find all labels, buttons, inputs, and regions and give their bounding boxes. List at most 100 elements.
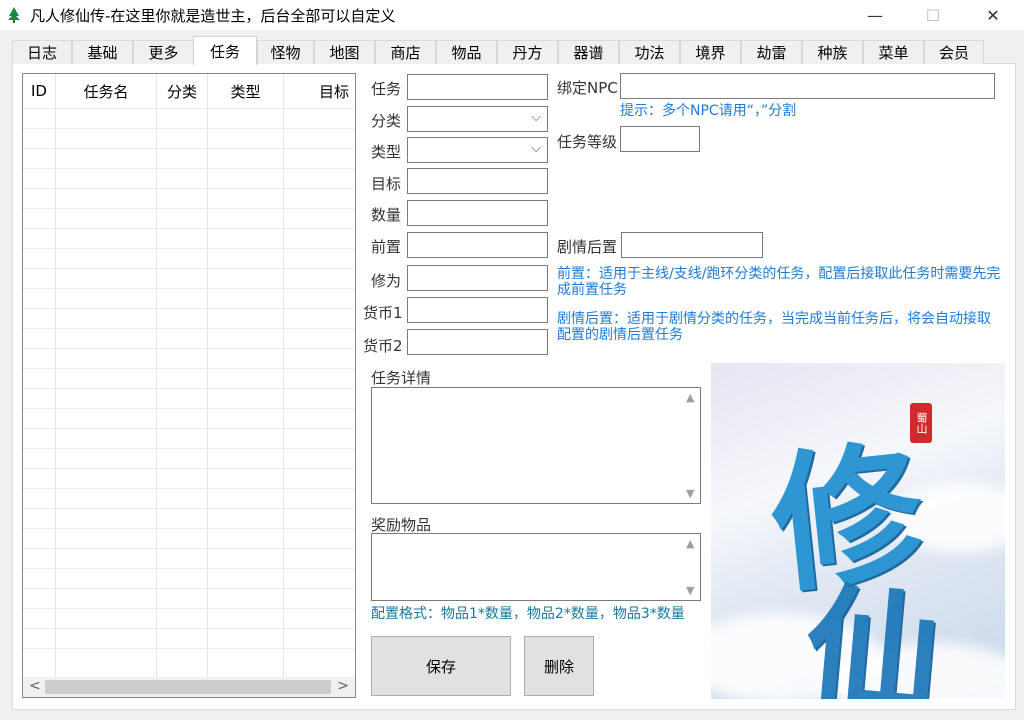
tab-artifacts[interactable]: 器谱 — [558, 40, 619, 64]
tab-menu[interactable]: 菜单 — [863, 40, 924, 64]
table-row-line — [23, 468, 355, 469]
reward-items-textarea[interactable]: ▲ ▼ — [371, 533, 701, 601]
bind-npc-input[interactable] — [620, 73, 995, 99]
table-row-line — [23, 548, 355, 549]
prereq-input[interactable] — [407, 232, 548, 258]
npc-hint: 提示：多个NPC请用“，”分割 — [620, 103, 797, 119]
table-row-line — [23, 628, 355, 629]
prereq-hint: 前置：适用于主线/支线/跑环分类的任务，配置后接取此任务时需要先完成前置任务 — [557, 266, 1001, 298]
column-header-type[interactable]: 类型 — [208, 74, 284, 108]
target-label: 目标 — [371, 175, 402, 193]
table-row-line — [23, 308, 355, 309]
task-table[interactable]: ID 任务名 分类 类型 目标 < > — [22, 73, 356, 698]
tree-icon — [8, 7, 20, 23]
column-divider — [56, 108, 157, 677]
table-row-line — [23, 328, 355, 329]
table-row-line — [23, 248, 355, 249]
tab-monsters[interactable]: 怪物 — [257, 40, 314, 64]
tab-items[interactable]: 物品 — [436, 40, 497, 64]
table-row-line — [23, 148, 355, 149]
story-after-label: 剧情后置 — [557, 238, 618, 256]
task-label: 任务 — [371, 80, 402, 98]
task-detail-textarea[interactable]: ▲ ▼ — [371, 387, 701, 504]
currency2-label: 货币2 — [363, 337, 403, 355]
count-input[interactable] — [407, 200, 548, 226]
tab-recipes[interactable]: 丹方 — [497, 40, 558, 64]
close-button[interactable]: ✕ — [970, 0, 1016, 30]
scroll-left-icon[interactable]: < — [29, 678, 41, 694]
reward-label: 奖励物品 — [371, 516, 432, 534]
type-label: 类型 — [371, 143, 402, 161]
tab-shop[interactable]: 商店 — [375, 40, 436, 64]
vertical-scrollbar[interactable]: ▲ ▼ — [683, 534, 700, 600]
red-seal-stamp: 蜀山 — [910, 403, 932, 443]
column-divider — [157, 108, 208, 677]
tab-skills[interactable]: 功法 — [619, 40, 680, 64]
task-level-input[interactable] — [620, 126, 700, 152]
scroll-down-icon[interactable]: ▼ — [686, 487, 694, 500]
tab-thunder[interactable]: 劫雷 — [741, 40, 802, 64]
save-button[interactable]: 保存 — [371, 636, 511, 696]
table-row-line — [23, 528, 355, 529]
title-bar: 凡人修仙传-在这里你就是造世主，后台全部可以自定义 — ☐ ✕ — [0, 0, 1024, 30]
prereq-label: 前置 — [371, 238, 402, 256]
table-row-line — [23, 188, 355, 189]
chevron-down-icon: ⌵ — [531, 141, 541, 156]
tab-map[interactable]: 地图 — [314, 40, 375, 64]
bind-npc-label: 绑定NPC — [557, 79, 618, 97]
table-row-line — [23, 508, 355, 509]
tab-vip[interactable]: 会员 — [924, 40, 984, 64]
art-calligraphy-immortal: 仙 — [798, 567, 947, 699]
table-row-line — [23, 428, 355, 429]
reward-format-hint: 配置格式：物品1*数量，物品2*数量，物品3*数量 — [371, 606, 685, 622]
cultivation-label: 修为 — [371, 272, 402, 290]
table-row-line — [23, 648, 355, 649]
tab-basic[interactable]: 基础 — [72, 40, 133, 64]
scroll-right-icon[interactable]: > — [337, 678, 349, 694]
table-row-line — [23, 128, 355, 129]
table-row-line — [23, 288, 355, 289]
tab-realms[interactable]: 境界 — [680, 40, 741, 64]
story-after-input[interactable] — [621, 232, 763, 258]
category-select[interactable]: ⌵ — [407, 106, 548, 132]
table-row-line — [23, 608, 355, 609]
currency2-input[interactable] — [407, 329, 548, 355]
task-input[interactable] — [407, 74, 548, 100]
task-level-label: 任务等级 — [557, 133, 618, 151]
column-divider — [23, 108, 56, 677]
tab-log[interactable]: 日志 — [12, 40, 72, 64]
tab-races[interactable]: 种族 — [802, 40, 863, 64]
target-input[interactable] — [407, 168, 548, 194]
minimize-button[interactable]: — — [852, 0, 898, 30]
cultivation-input[interactable] — [407, 265, 548, 291]
column-header-category[interactable]: 分类 — [157, 74, 208, 108]
table-row-line — [23, 228, 355, 229]
scroll-down-icon[interactable]: ▼ — [686, 584, 694, 597]
column-header-task-name[interactable]: 任务名 — [56, 74, 157, 108]
vertical-scrollbar[interactable]: ▲ ▼ — [683, 388, 700, 503]
story-hint: 剧情后置：适用于剧情分类的任务，当完成当前任务后，将会自动接取配置的剧情后置任务 — [557, 311, 991, 343]
table-row-line — [23, 108, 355, 109]
table-row-line — [23, 168, 355, 169]
table-row-line — [23, 408, 355, 409]
detail-label: 任务详情 — [371, 369, 432, 387]
table-row-line — [23, 348, 355, 349]
table-row-line — [23, 208, 355, 209]
scrollbar-thumb[interactable] — [45, 680, 331, 694]
delete-button[interactable]: 删除 — [524, 636, 594, 696]
column-header-id[interactable]: ID — [23, 74, 56, 108]
scroll-up-icon[interactable]: ▲ — [686, 537, 694, 550]
currency1-input[interactable] — [407, 297, 548, 323]
horizontal-scrollbar[interactable]: < > — [23, 677, 355, 697]
table-row-line — [23, 448, 355, 449]
scroll-up-icon[interactable]: ▲ — [686, 391, 694, 404]
column-header-target[interactable]: 目标 — [284, 74, 355, 108]
maximize-button[interactable]: ☐ — [910, 0, 956, 30]
tab-more[interactable]: 更多 — [133, 40, 194, 64]
currency1-label: 货币1 — [363, 304, 403, 322]
tab-strip: 日志 基础 更多 任务 怪物 地图 商店 物品 丹方 器谱 功法 境界 劫雷 种… — [0, 36, 1024, 65]
tab-tasks[interactable]: 任务 — [193, 36, 257, 65]
table-row-line — [23, 368, 355, 369]
table-row-line — [23, 388, 355, 389]
type-select[interactable]: ⌵ — [407, 137, 548, 163]
